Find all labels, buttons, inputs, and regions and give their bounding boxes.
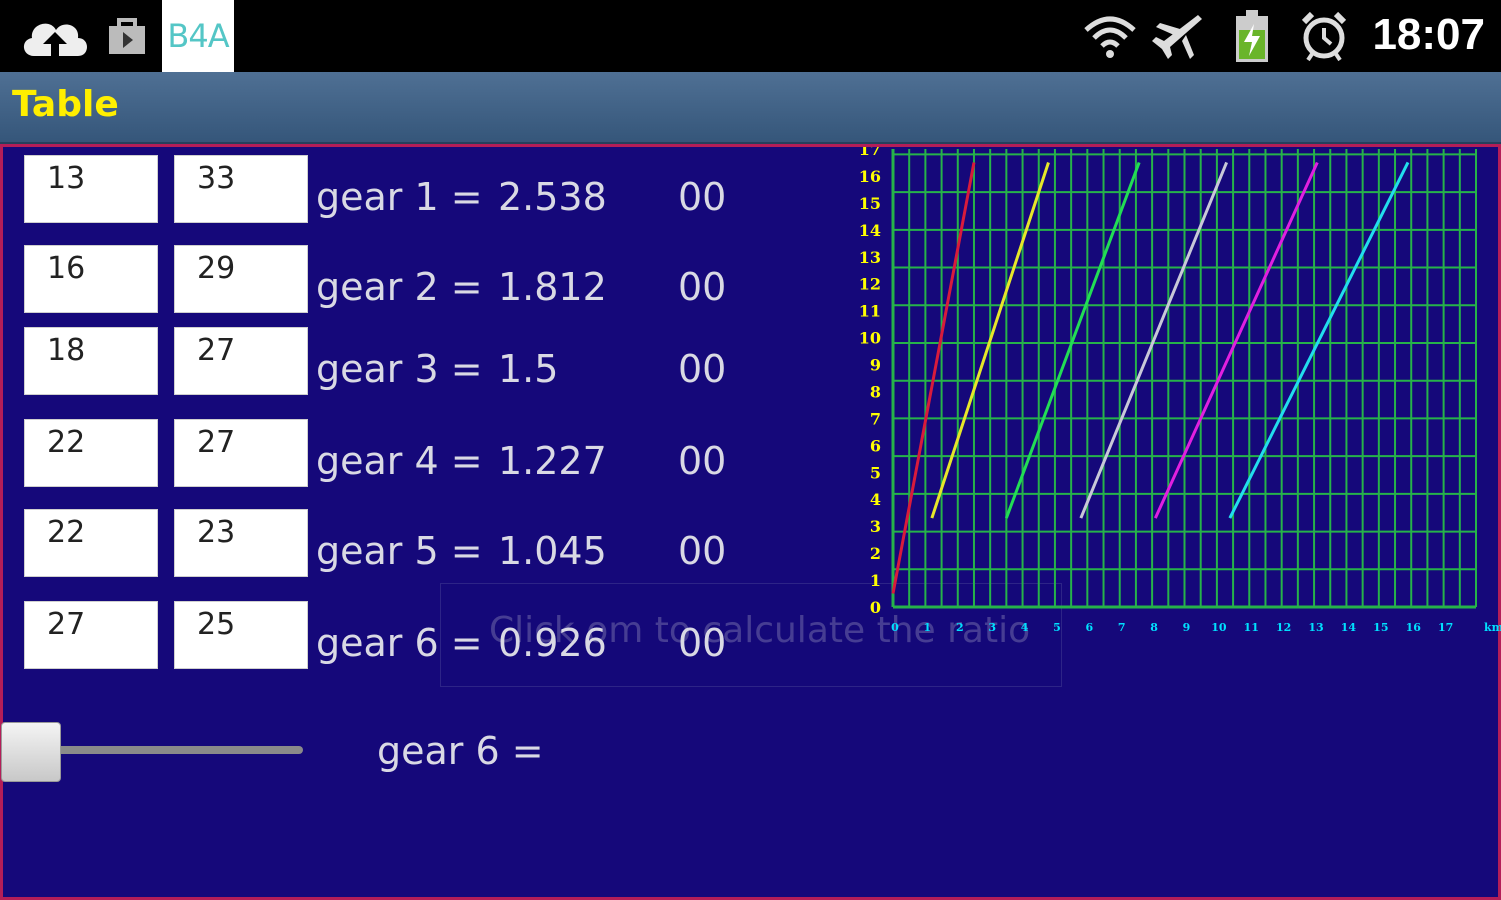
chainring-teeth-input[interactable]: 22	[24, 419, 158, 487]
y-tick-label: 13	[859, 248, 881, 267]
y-tick-label: 3	[870, 517, 881, 536]
x-tick-label: 10	[1211, 621, 1227, 634]
b4a-app-icon: B4A	[162, 0, 234, 72]
x-tick-label: 9	[1183, 621, 1191, 634]
x-tick-label: 16	[1406, 621, 1422, 634]
sprocket-teeth-input[interactable]: 23	[174, 509, 308, 577]
x-axis-ticks: 01234567891011121314151617km/h	[891, 621, 1501, 634]
page-title: Table	[12, 84, 119, 125]
gear-extra-value: 00	[678, 621, 727, 665]
x-tick-label: 13	[1308, 621, 1323, 634]
x-tick-label: 15	[1373, 621, 1388, 634]
gear-row: 22 27 gear 4 = 1.227 00	[3, 419, 763, 489]
cloud-upload-icon	[14, 8, 96, 64]
wifi-icon	[1080, 8, 1140, 64]
gear-series-line	[891, 162, 976, 594]
gear-label: gear 6 =	[316, 621, 483, 665]
gear-row: 16 29 gear 2 = 1.812 00	[3, 245, 763, 315]
x-tick-label: 11	[1244, 621, 1259, 634]
y-tick-label: 11	[859, 302, 881, 321]
x-unit-label: km/h	[1484, 621, 1501, 634]
chainring-teeth-input[interactable]: 27	[24, 601, 158, 669]
gear-ratio-value: 0.926	[498, 621, 607, 665]
shopping-bag-icon	[104, 8, 150, 64]
gear-ratio-value: 2.538	[498, 175, 607, 219]
sprocket-teeth-input[interactable]: 29	[174, 245, 308, 313]
y-tick-label: 2	[870, 544, 881, 563]
y-axis-ticks: 01234567891011121314151617	[859, 147, 881, 617]
x-tick-label: 12	[1276, 621, 1291, 634]
sprocket-teeth-input[interactable]: 33	[174, 155, 308, 223]
slider-gear-label: gear 6 =	[377, 729, 544, 773]
clock-time: 18:07	[1372, 10, 1485, 59]
y-tick-label: 14	[859, 221, 881, 240]
chainring-teeth-input[interactable]: 22	[24, 509, 158, 577]
status-bar: B4A 18:07	[0, 0, 1501, 72]
y-tick-label: 10	[859, 329, 881, 348]
y-tick-label: 1	[870, 571, 881, 590]
y-tick-label: 17	[859, 147, 881, 159]
x-tick-label: 5	[1053, 621, 1061, 634]
gear-speed-chart: 01234567891011121314151617 0 1 2 3 4 5 6 7 8 9 10 1…	[859, 147, 1501, 634]
y-tick-label: 5	[870, 463, 881, 482]
x-tick-label: 7	[1118, 621, 1126, 634]
x-tick-label: 8	[1150, 621, 1158, 634]
gear-series-line	[1228, 161, 1410, 519]
gear-extra-value: 00	[678, 347, 727, 391]
gear-slider-thumb[interactable]	[1, 722, 61, 782]
gear-label: gear 5 =	[316, 529, 483, 573]
battery-charging-icon	[1232, 8, 1272, 64]
y-tick-label: 16	[859, 167, 881, 186]
gear-ratio-value: 1.045	[498, 529, 607, 573]
y-tick-label: 4	[870, 490, 881, 509]
gear-row: 27 25 gear 6 = 0.926 00	[3, 601, 763, 671]
main-panel: 13 33 gear 1 = 2.538 00 16 29 gear 2 = 1…	[0, 144, 1501, 900]
airplane-icon	[1150, 8, 1208, 64]
y-tick-label: 12	[859, 275, 881, 294]
gear-extra-value: 00	[678, 529, 727, 573]
gear-row: 18 27 gear 3 = 1.5 00	[3, 327, 763, 397]
gear-row: 22 23 gear 5 = 1.045 00	[3, 509, 763, 579]
x-tick-label: 1	[924, 621, 932, 634]
x-tick-label: 4	[1021, 621, 1029, 634]
x-tick-label: 6	[1086, 621, 1094, 634]
x-tick-label: 14	[1341, 621, 1357, 634]
gear-ratio-value: 1.227	[498, 439, 607, 483]
chainring-teeth-input[interactable]: 13	[24, 155, 158, 223]
title-bar: Table	[0, 72, 1501, 144]
x-tick-label: 0	[891, 621, 899, 634]
y-tick-label: 15	[859, 194, 881, 213]
gear-series-line	[1153, 161, 1319, 519]
x-tick-label: 3	[988, 621, 996, 634]
sprocket-teeth-input[interactable]: 27	[174, 327, 308, 395]
x-tick-label: 2	[956, 621, 964, 634]
y-tick-label: 0	[870, 598, 881, 617]
sprocket-teeth-input[interactable]: 25	[174, 601, 308, 669]
sprocket-teeth-input[interactable]: 27	[174, 419, 308, 487]
gear-ratio-value: 1.812	[498, 265, 607, 309]
x-tick-label: 17	[1438, 621, 1453, 634]
gear-label: gear 3 =	[316, 347, 483, 391]
y-tick-label: 9	[870, 356, 881, 375]
chainring-teeth-input[interactable]: 18	[24, 327, 158, 395]
gear-label: gear 1 =	[316, 175, 483, 219]
gear-row: 13 33 gear 1 = 2.538 00	[3, 155, 763, 225]
gear-extra-value: 00	[678, 439, 727, 483]
chart-grid	[891, 149, 1477, 609]
y-tick-label: 6	[870, 436, 881, 455]
gear-label: gear 4 =	[316, 439, 483, 483]
gear-ratio-value: 1.5	[498, 347, 559, 391]
y-tick-label: 8	[870, 382, 881, 401]
chainring-teeth-input[interactable]: 16	[24, 245, 158, 313]
gear-extra-value: 00	[678, 265, 727, 309]
alarm-icon	[1296, 8, 1352, 64]
y-tick-label: 7	[870, 409, 881, 428]
gear-label: gear 2 =	[316, 265, 483, 309]
gear-extra-value: 00	[678, 175, 727, 219]
